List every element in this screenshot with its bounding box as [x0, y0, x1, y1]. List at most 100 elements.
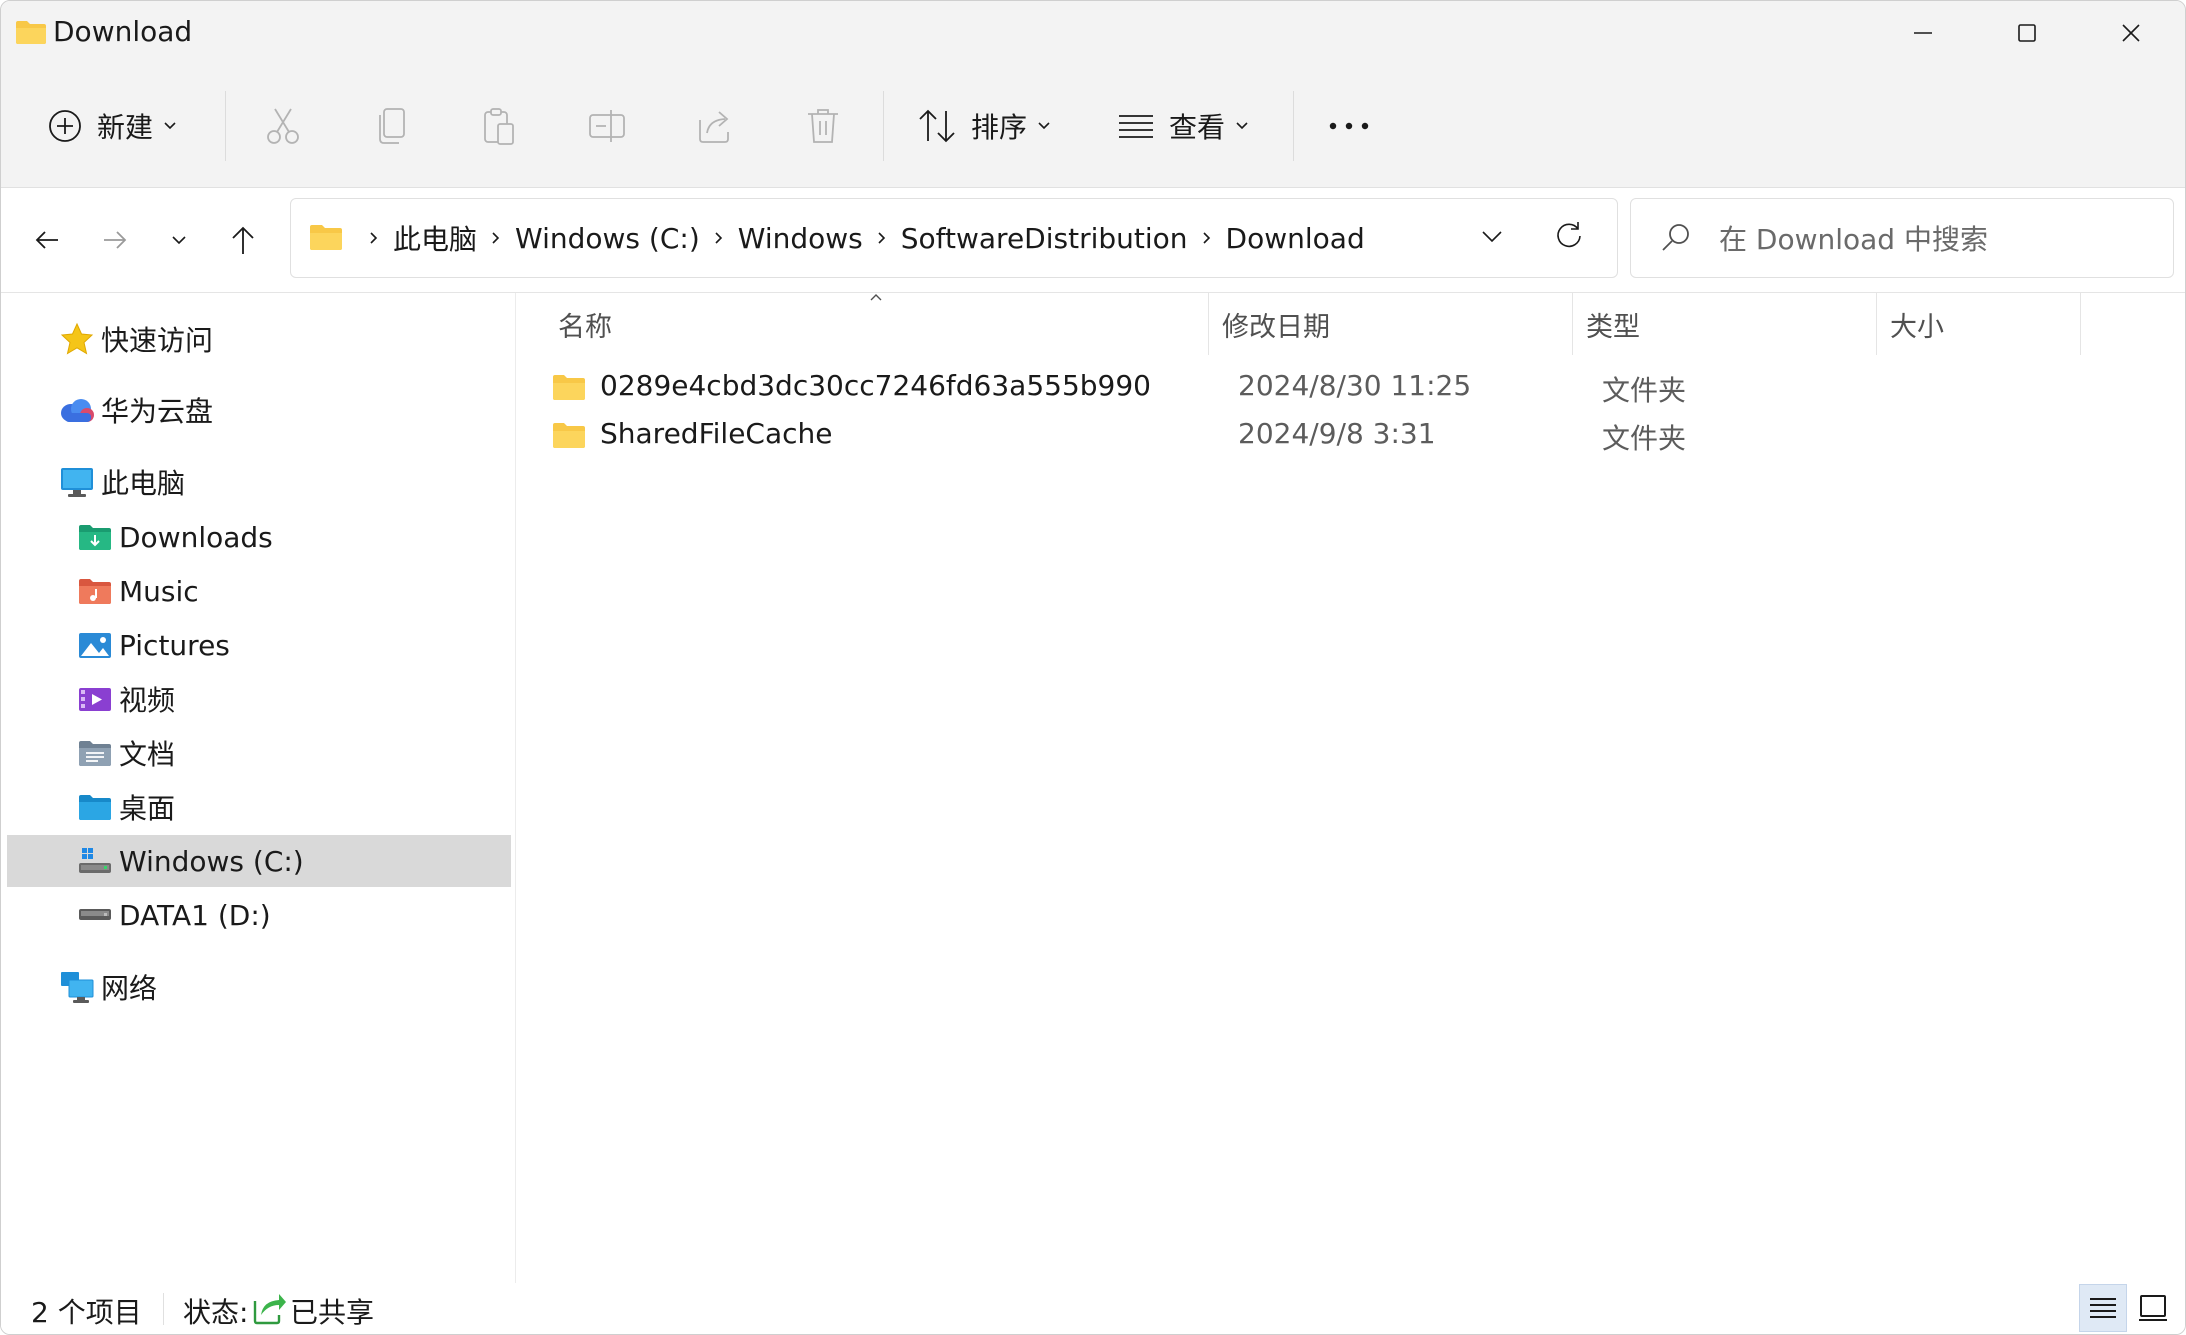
new-label: 新建 [97, 111, 154, 144]
sort-arrows-icon [919, 109, 955, 143]
file-explorer-window: Download 新建 排序 查看 此电脑 Windows (C:) Windo… [0, 0, 2186, 1335]
arrow-right-icon [104, 231, 127, 249]
share-button[interactable] [695, 65, 735, 187]
rename-icon [589, 110, 625, 142]
recent-locations-button[interactable] [157, 218, 201, 262]
new-button[interactable]: 新建 [47, 65, 177, 187]
window-title: Download [53, 15, 193, 48]
details-view-icon [2090, 1298, 2116, 1318]
minimize-icon [1914, 32, 1932, 34]
music-folder-icon [77, 573, 113, 609]
folder-icon [552, 373, 586, 405]
column-divider[interactable] [1876, 293, 1877, 355]
column-header-size[interactable]: 大小 [1890, 293, 2070, 355]
chevron-down-icon [164, 122, 176, 130]
address-history-button[interactable] [1477, 221, 1507, 255]
column-header-name[interactable]: 名称 [558, 293, 1158, 355]
close-button[interactable] [2079, 1, 2183, 65]
sidebar-item-drive-d[interactable]: DATA1 (D:) [7, 889, 511, 941]
search-input[interactable] [1717, 217, 2151, 261]
sidebar-item-pictures[interactable]: Pictures [7, 619, 511, 671]
trash-icon [808, 109, 838, 143]
column-header-type[interactable]: 类型 [1586, 293, 1876, 355]
file-list: 名称 修改日期 类型 大小 0289e4cbd3dc30cc7246fd63a5… [516, 293, 2185, 1283]
tiles-view-button[interactable] [2129, 1284, 2177, 1332]
chevron-right-icon [863, 231, 901, 245]
sort-label: 排序 [971, 111, 1028, 144]
navigation-pane: 快速访问 华为云盘 此电脑 Downloads Music Pictures 视… [1, 293, 516, 1283]
minimize-button[interactable] [1871, 1, 1975, 65]
sidebar-item-videos[interactable]: 视频 [7, 673, 511, 725]
back-button[interactable] [25, 218, 69, 262]
table-row[interactable]: 0289e4cbd3dc30cc7246fd63a555b990 2024/8/… [532, 363, 2132, 411]
command-bar: 新建 排序 查看 [1, 65, 2185, 188]
table-row[interactable]: SharedFileCache 2024/9/8 3:31 文件夹 [532, 411, 2132, 459]
toolbar-divider [1293, 91, 1294, 161]
view-button[interactable]: 查看 [1117, 65, 1249, 187]
maximize-button[interactable] [1975, 1, 2079, 65]
sidebar-item-documents[interactable]: 文档 [7, 727, 511, 779]
breadcrumb-item-this-pc[interactable]: 此电脑 [393, 218, 477, 258]
up-button[interactable] [221, 218, 265, 262]
rename-button[interactable] [587, 65, 627, 187]
copy-button[interactable] [375, 65, 409, 187]
breadcrumb-item-softwaredistribution[interactable]: SoftwareDistribution [901, 222, 1188, 255]
refresh-button[interactable] [1551, 217, 1587, 257]
folder-icon [15, 19, 47, 49]
star-icon [59, 321, 95, 357]
column-divider[interactable] [2080, 293, 2081, 355]
more-dots-icon [1329, 122, 1369, 130]
delete-button[interactable] [805, 65, 841, 187]
arrow-up-icon [232, 226, 254, 254]
status-label: 状态: [183, 1296, 249, 1329]
sidebar-item-huawei-cloud[interactable]: 华为云盘 [7, 384, 511, 436]
more-options-button[interactable] [1327, 65, 1371, 187]
item-count: 2 个项目 [31, 1296, 142, 1329]
sidebar-item-music[interactable]: Music [7, 565, 511, 617]
documents-folder-icon [77, 735, 113, 771]
breadcrumb-item-windows[interactable]: Windows [738, 222, 863, 255]
file-type: 文件夹 [1602, 374, 1687, 407]
search-box[interactable] [1630, 198, 2174, 278]
sidebar-item-network[interactable]: 网络 [7, 961, 511, 1013]
details-view-button[interactable] [2079, 1284, 2127, 1332]
sort-button[interactable]: 排序 [917, 65, 1051, 187]
sidebar-item-drive-c[interactable]: Windows (C:) [7, 835, 511, 887]
add-circle-icon [49, 110, 81, 142]
sidebar-item-downloads[interactable]: Downloads [7, 511, 511, 563]
windows-drive-icon [77, 843, 113, 879]
file-name: SharedFileCache [600, 417, 833, 450]
navigation-row: 此电脑 Windows (C:) Windows SoftwareDistrib… [1, 188, 2185, 293]
toolbar-divider [225, 91, 226, 161]
cloud-icon [59, 392, 95, 428]
sidebar-item-quick-access[interactable]: 快速访问 [7, 313, 511, 365]
chevron-right-icon [355, 231, 393, 245]
breadcrumb-item-drive-c[interactable]: Windows (C:) [515, 222, 700, 255]
cut-button[interactable] [265, 65, 301, 187]
clipboard-icon [484, 108, 514, 145]
chevron-right-icon [477, 231, 515, 245]
file-date: 2024/9/8 3:31 [1238, 417, 1436, 450]
arrow-left-icon [35, 231, 58, 249]
breadcrumb-item-download[interactable]: Download [1226, 222, 1365, 255]
forward-button[interactable] [93, 218, 137, 262]
column-header-date[interactable]: 修改日期 [1222, 293, 1562, 355]
chevron-down-icon [1038, 122, 1050, 130]
sidebar-item-desktop[interactable]: 桌面 [7, 781, 511, 833]
column-divider[interactable] [1208, 293, 1209, 355]
address-bar[interactable]: 此电脑 Windows (C:) Windows SoftwareDistrib… [290, 198, 1618, 278]
search-icon [1659, 221, 1693, 259]
status-bar: 2 个项目 状态: 已共享 [1, 1283, 2185, 1334]
sidebar-item-this-pc[interactable]: 此电脑 [7, 456, 511, 508]
downloads-folder-icon [77, 519, 113, 555]
chevron-right-icon [700, 231, 738, 245]
paste-button[interactable] [481, 65, 517, 187]
status-value: 已共享 [290, 1296, 375, 1329]
column-divider[interactable] [1572, 293, 1573, 355]
list-lines-icon [1119, 115, 1153, 138]
folder-icon [309, 223, 343, 255]
chevron-down-icon [1236, 122, 1248, 130]
file-date: 2024/8/30 11:25 [1238, 369, 1472, 402]
breadcrumb: 此电脑 Windows (C:) Windows SoftwareDistrib… [355, 199, 1365, 277]
pictures-folder-icon [77, 627, 113, 663]
